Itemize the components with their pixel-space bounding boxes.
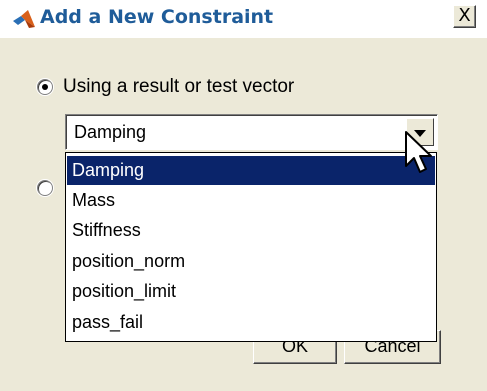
result-vector-select[interactable]: Damping [65, 114, 438, 150]
title-bar: Add a New Constraint X [0, 0, 487, 38]
dropdown-option[interactable]: Mass [67, 186, 435, 215]
dropdown-list: Damping Mass Stiffness position_norm pos… [65, 152, 437, 342]
select-value: Damping [74, 122, 147, 142]
second-option-radio[interactable] [37, 180, 53, 196]
dropdown-option[interactable]: position_limit [67, 277, 435, 306]
matlab-logo-icon [13, 10, 35, 28]
add-constraint-dialog: Add a New Constraint X Using a result or… [0, 0, 487, 391]
dropdown-option[interactable]: pass_fail [67, 308, 435, 337]
dropdown-option[interactable]: position_norm [67, 247, 435, 276]
dialog-title: Add a New Constraint [40, 6, 274, 28]
dropdown-option[interactable]: Damping [67, 156, 435, 185]
result-vector-label: Using a result or test vector [63, 76, 295, 97]
close-button[interactable]: X [453, 5, 476, 28]
result-vector-radio[interactable] [37, 79, 53, 95]
close-icon: X [458, 5, 471, 26]
radio-selected-dot [42, 84, 48, 90]
mouse-cursor-icon [405, 131, 432, 173]
dropdown-option[interactable]: Stiffness [67, 216, 435, 245]
